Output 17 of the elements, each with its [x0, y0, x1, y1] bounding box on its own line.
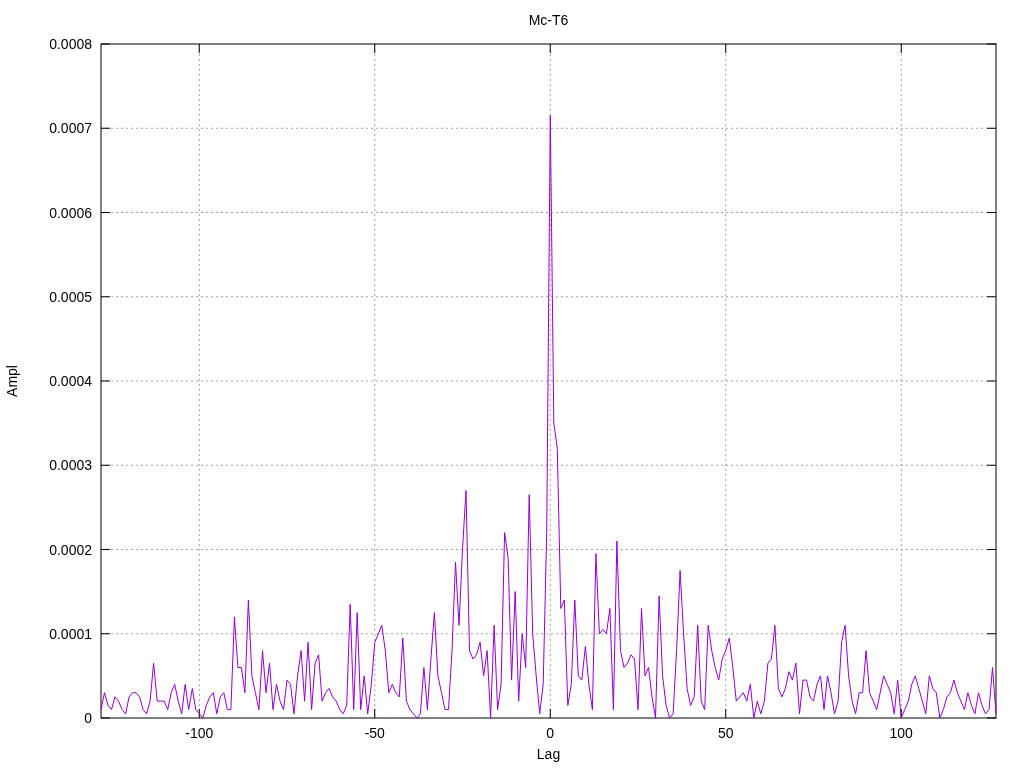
tick-label: 0.0001 — [49, 625, 92, 642]
chart-title: Mc-T6 — [528, 12, 569, 28]
y-axis-label: Ampl — [4, 365, 20, 397]
x-axis-label: Lag — [536, 746, 561, 762]
tick-label: 100 — [889, 725, 913, 741]
tick-label: 0.0007 — [49, 120, 92, 137]
tick-label: 0 — [546, 725, 555, 741]
tick-label: 0.0003 — [49, 457, 92, 474]
tick-label: 0.0004 — [49, 373, 92, 389]
tick-label: 0.0002 — [49, 541, 92, 558]
tick-label: -100 — [185, 725, 214, 741]
tick-label: 0 — [84, 710, 92, 726]
tick-label: 0.0006 — [49, 204, 92, 221]
tick-label: -50 — [364, 725, 385, 741]
tick-label: 50 — [717, 725, 734, 741]
tick-label: 0.0008 — [49, 36, 92, 52]
tick-label: 0.0005 — [49, 288, 92, 305]
